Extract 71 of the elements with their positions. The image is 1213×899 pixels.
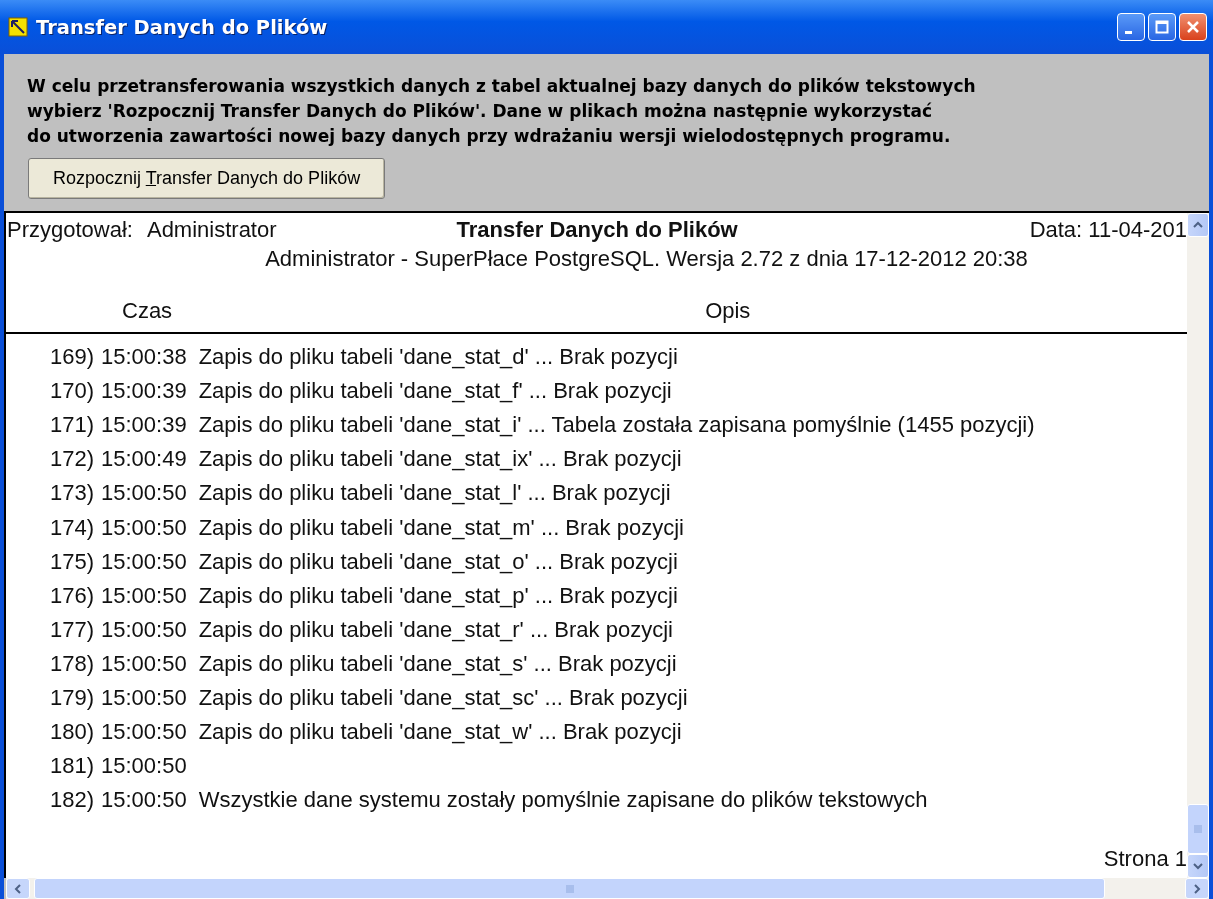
row-number: 170) bbox=[48, 378, 94, 405]
scroll-down-button[interactable] bbox=[1187, 854, 1209, 878]
row-time: 15:00:50 bbox=[101, 616, 187, 643]
row-time: 15:00:50 bbox=[101, 480, 187, 507]
row-time: 15:00:50 bbox=[101, 650, 187, 677]
row-time: 15:00:39 bbox=[101, 378, 187, 405]
row-description: Zapis do pliku tabeli 'dane_stat_o' ... Brak pozycji bbox=[198, 548, 678, 575]
row-number: 179) bbox=[48, 685, 94, 711]
row-number: 169) bbox=[48, 344, 94, 371]
row-time: 15:00:50 bbox=[101, 548, 187, 575]
row-description: Wszystkie dane systemu zostały pomyślnie zapisane do plików tekstowych bbox=[198, 787, 928, 814]
row-number: 173) bbox=[48, 480, 94, 507]
row-time: 15:00:38 bbox=[101, 344, 187, 371]
row-description: Zapis do pliku tabeli 'dane_stat_f' ... Brak pozycji bbox=[198, 378, 672, 405]
row-number: 174) bbox=[48, 514, 94, 541]
report-date: Data: 11-04-201 bbox=[1029, 217, 1187, 243]
row-time: 15:00:50 bbox=[101, 514, 187, 541]
row-time: 15:00:50 bbox=[101, 753, 187, 780]
row-description: Zapis do pliku tabeli 'dane_stat_i' ... Tabela została zapisana pomyślnie (1455 pozycji) bbox=[198, 412, 1035, 439]
column-header: Czas bbox=[122, 298, 173, 324]
row-description: Zapis do pliku tabeli 'dane_stat_l' ... Brak pozycji bbox=[198, 480, 671, 507]
minimize-button[interactable] bbox=[1117, 13, 1145, 41]
row-number: 178) bbox=[48, 650, 94, 677]
row-number: 175) bbox=[48, 548, 94, 575]
row-number: 182) bbox=[48, 787, 94, 814]
close-icon bbox=[1186, 20, 1200, 34]
page-number: Strona 1 bbox=[1103, 846, 1187, 871]
minimize-icon bbox=[1125, 30, 1132, 34]
row-number: 176) bbox=[48, 582, 94, 609]
row-description: Zapis do pliku tabeli 'dane_stat_m' ... Brak pozycji bbox=[198, 514, 684, 541]
maximize-icon bbox=[1155, 20, 1169, 34]
report-title: Transfer Danych do Plików bbox=[456, 217, 738, 243]
instruction-text: do utworzenia zawartości nowej bazy danych przy wdrażaniu wersji wielodostępnych programu. bbox=[27, 125, 952, 148]
prepared-label: Przygotował: bbox=[6, 217, 133, 243]
window-title: Transfer Danych do Plików bbox=[36, 15, 328, 39]
instruction-text: W celu przetransferowania wszystkich danych z tabel aktualnej bazy danych do plików tekstowych bbox=[27, 75, 977, 98]
chevron-up-icon bbox=[1192, 220, 1204, 230]
row-description: Zapis do pliku tabeli 'dane_stat_ix' ... Brak pozycji bbox=[198, 446, 682, 473]
start-transfer-button[interactable]: Rozpocznij Transfer Danych do Plików bbox=[28, 158, 386, 199]
scroll-left-button[interactable] bbox=[6, 878, 30, 899]
chevron-right-icon bbox=[1192, 882, 1202, 895]
chevron-left-icon bbox=[13, 882, 23, 895]
app-icon bbox=[8, 17, 28, 37]
scroll-up-button[interactable] bbox=[1187, 213, 1209, 237]
prepared-by: Administrator bbox=[146, 217, 277, 243]
column-header: Opis bbox=[705, 298, 751, 324]
maximize-button[interactable] bbox=[1148, 13, 1176, 41]
row-description: Zapis do pliku tabeli 'dane_stat_p' ... Brak pozycji bbox=[198, 582, 678, 609]
vertical-scrollbar[interactable] bbox=[1187, 213, 1209, 878]
row-description: Zapis do pliku tabeli 'dane_stat_w' ... Brak pozycji bbox=[198, 719, 682, 746]
row-time: 15:00:50 bbox=[101, 582, 187, 609]
close-button[interactable] bbox=[1179, 13, 1207, 41]
scroll-thumb[interactable] bbox=[1187, 804, 1209, 854]
row-number: 172) bbox=[48, 446, 94, 473]
row-time: 15:00:50 bbox=[101, 787, 187, 814]
row-number: 181) bbox=[48, 753, 94, 780]
row-time: 15:00:50 bbox=[101, 719, 187, 746]
report-subtitle: Administrator - SuperPłace PostgreSQL. Wersja 2.72 z dnia 17-12-2012 20:38 bbox=[265, 246, 1028, 271]
row-time: 15:00:39 bbox=[101, 412, 187, 439]
instruction-text: wybierz 'Rozpocznij Transfer Danych do Plików'. Dane w plikach można następnie wykorzystać bbox=[27, 100, 934, 123]
row-number: 177) bbox=[48, 616, 94, 643]
row-description: Zapis do pliku tabeli 'dane_stat_s' ... Brak pozycji bbox=[198, 650, 677, 677]
row-time: 15:00:49 bbox=[101, 446, 187, 473]
row-description: Zapis do pliku tabeli 'dane_stat_d' ... Brak pozycji bbox=[198, 344, 678, 371]
row-number: 180) bbox=[48, 719, 94, 746]
row-description: Zapis do pliku tabeli 'dane_stat_r' ... Brak pozycji bbox=[198, 616, 673, 643]
scroll-right-button[interactable] bbox=[1185, 878, 1209, 899]
chevron-down-icon bbox=[1192, 861, 1204, 871]
row-number: 171) bbox=[48, 412, 94, 439]
row-time: 15:00:50 bbox=[101, 685, 187, 711]
row-description: Zapis do pliku tabeli 'dane_stat_sc' ... Brak pozycji bbox=[198, 685, 688, 711]
